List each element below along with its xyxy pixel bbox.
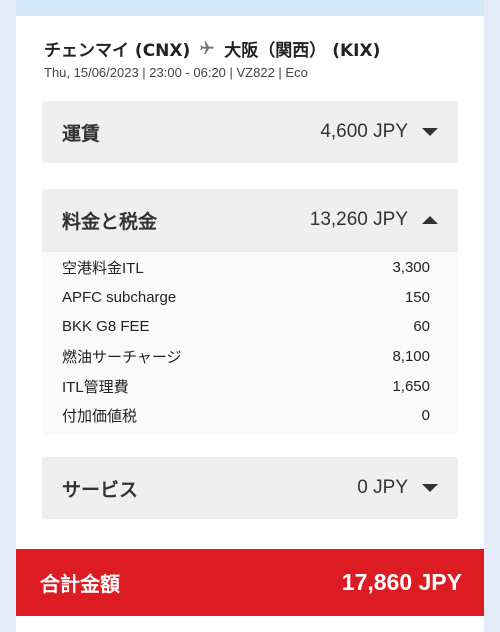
services-title: サービス xyxy=(62,478,139,501)
fee-value: 60 xyxy=(413,318,430,336)
fee-value: 150 xyxy=(404,288,430,306)
fee-label: 燃油サーチャージ xyxy=(62,349,182,367)
fee-label: 空港料金ITL xyxy=(62,260,144,278)
services-section: サービス 0 JPY xyxy=(42,457,458,519)
fees-amount: 13,260 JPY xyxy=(309,209,408,230)
fee-row: 空港料金ITL 3,300 xyxy=(42,253,458,283)
total-bar: 合計金額 17,860 JPY xyxy=(16,549,484,616)
fee-label: 付加価値税 xyxy=(62,408,138,426)
fee-row: 燃油サーチャージ 8,100 xyxy=(42,342,458,372)
fee-label: BKK G8 FEE xyxy=(62,318,150,336)
fare-section: 運賃 4,600 JPY xyxy=(42,101,458,163)
fee-row: ITL管理費 1,650 xyxy=(42,371,458,401)
fee-row: BKK G8 FEE 60 xyxy=(42,312,458,342)
fare-amount: 4,600 JPY xyxy=(320,121,408,142)
destination-airport: 大阪（関西） (KIX) xyxy=(224,40,381,61)
fee-value: 0 xyxy=(421,407,430,425)
caret-down-icon xyxy=(422,484,438,492)
fee-row: 付加価値税 0 xyxy=(42,401,458,431)
flight-details: Thu, 15/06/2023 | 23:00 - 06:20 | VZ822 … xyxy=(44,65,308,80)
fee-row: APFC subcharge 150 xyxy=(42,283,458,313)
total-label: 合計金額 xyxy=(40,572,120,596)
services-amount: 0 JPY xyxy=(357,477,408,498)
fare-section-toggle[interactable]: 運賃 4,600 JPY xyxy=(42,101,458,163)
fees-section-toggle[interactable]: 料金と税金 13,260 JPY xyxy=(42,189,458,251)
services-section-toggle[interactable]: サービス 0 JPY xyxy=(42,457,458,519)
caret-up-icon xyxy=(422,216,438,224)
origin-airport: チェンマイ (CNX) xyxy=(44,40,191,61)
fee-label: ITL管理費 xyxy=(62,378,129,396)
fee-value: 1,650 xyxy=(392,377,430,395)
fee-value: 8,100 xyxy=(392,348,430,366)
fare-title: 運賃 xyxy=(62,122,101,145)
fees-section: 料金と税金 13,260 JPY 空港料金ITL 3,300 APFC subc… xyxy=(42,189,458,435)
flight-summary: チェンマイ (CNX) 大阪（関西） (KIX) Thu, 15/06/2023… xyxy=(44,36,464,81)
fee-value: 3,300 xyxy=(392,259,430,277)
fees-title: 料金と税金 xyxy=(62,210,158,233)
price-breakdown-card: チェンマイ (CNX) 大阪（関西） (KIX) Thu, 15/06/2023… xyxy=(16,16,484,632)
total-amount: 17,860 JPY xyxy=(341,569,462,595)
caret-down-icon xyxy=(422,128,438,136)
top-strip xyxy=(16,0,484,16)
flight-route: チェンマイ (CNX) 大阪（関西） (KIX) xyxy=(44,36,464,61)
airplane-icon xyxy=(200,41,214,54)
fee-label: APFC subcharge xyxy=(62,288,177,306)
fees-breakdown: 空港料金ITL 3,300 APFC subcharge 150 BKK G8 … xyxy=(42,251,458,435)
